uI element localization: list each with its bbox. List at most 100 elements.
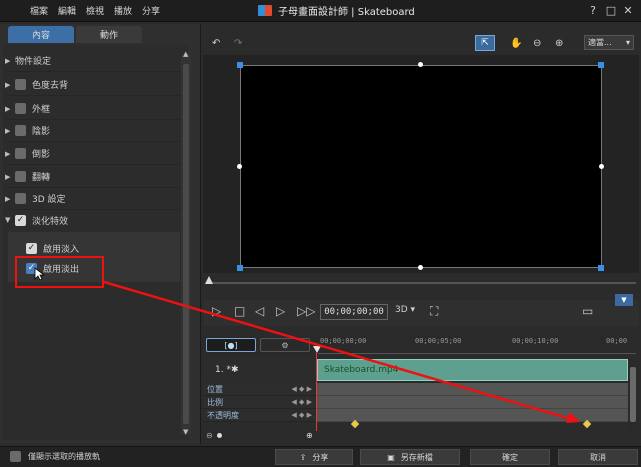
timeline-scrollbar[interactable] (628, 359, 638, 431)
menu-view[interactable]: 檢視 (86, 4, 104, 17)
select-tool-icon[interactable]: ⇱ (475, 35, 495, 51)
maximize-button[interactable]: □ (604, 3, 618, 17)
3d-settings-checkbox[interactable] (15, 193, 26, 204)
chevron-down-icon: ▾ (625, 38, 630, 47)
timeline-zoom-bar[interactable] (203, 431, 639, 440)
timeline-marker-button[interactable]: ⚙ (260, 338, 310, 352)
fade-in-checkbox[interactable]: ✓ (26, 242, 37, 254)
keyframe-track-position[interactable]: 位置 ◀ ◆ ▶ (203, 383, 316, 396)
timecode-display[interactable]: 00;00;00;00 (320, 304, 388, 320)
resize-handle-bottom[interactable] (418, 265, 423, 270)
help-button[interactable]: ? (586, 3, 600, 17)
show-selected-track-label: 僅顯示選取的播放軌 (28, 452, 100, 461)
video-canvas[interactable] (240, 65, 602, 268)
scroll-up-icon[interactable]: ▲ (183, 50, 188, 58)
zoom-in-icon[interactable]: ⊕ (555, 35, 563, 52)
window-title-text: 子母畫面設計師 | Skateboard (278, 7, 415, 18)
prop-row-3d-settings[interactable]: ▶ 3D 設定 (5, 188, 181, 210)
playhead-handle[interactable] (313, 346, 321, 353)
prop-row-shadow[interactable]: ▶ 陰影 (5, 120, 181, 142)
keyframe-lane-position[interactable] (317, 383, 628, 396)
preview-slider-thumb[interactable] (205, 276, 213, 284)
prop-row-object-settings[interactable]: ▶ 物件設定 (5, 50, 181, 72)
flip-checkbox[interactable] (15, 171, 26, 182)
resize-handle-top-right[interactable] (598, 62, 604, 68)
menu-file[interactable]: 檔案 (30, 4, 48, 17)
close-button[interactable]: ✕ (621, 3, 635, 17)
fullscreen-icon[interactable]: ⛶ (430, 304, 438, 319)
fade-effect-checkbox[interactable]: ✓ (15, 214, 26, 226)
expand-icon: ▶ (5, 104, 11, 113)
3d-mode-button[interactable]: 3D ▾ (395, 305, 415, 315)
border-checkbox[interactable] (15, 103, 26, 114)
expand-icon: ▶ (5, 126, 11, 135)
resize-handle-left[interactable] (237, 164, 242, 169)
timeline-ruler[interactable] (318, 350, 636, 354)
zoom-out-icon[interactable]: ⊖ (533, 35, 541, 52)
ruler-label: 00;00;10;00 (512, 337, 559, 345)
zoom-in-timeline-icon[interactable]: ⊕ (306, 431, 313, 440)
keyframe-nav-icon[interactable]: ◀ ◆ ▶ (291, 385, 312, 393)
tab-motion[interactable]: 動作 (76, 26, 142, 43)
properties-scrollbar[interactable] (181, 54, 191, 434)
reflection-checkbox[interactable] (15, 148, 26, 159)
show-selected-track-checkbox[interactable] (10, 451, 21, 462)
resize-handle-bottom-left[interactable] (237, 265, 243, 271)
keyframe-track-scale[interactable]: 比例 ◀ ◆ ▶ (203, 396, 316, 409)
share-icon: ⇪ (299, 452, 307, 462)
resize-handle-bottom-right[interactable] (598, 265, 604, 271)
resize-handle-top-left[interactable] (237, 62, 243, 68)
prop-row-chroma-key[interactable]: ▶ 色度去背 (5, 74, 181, 96)
expand-icon: ▶ (5, 194, 11, 203)
prop-row-border[interactable]: ▶ 外框 (5, 98, 181, 120)
resize-handle-right[interactable] (599, 164, 604, 169)
next-frame-icon[interactable]: ▷ (276, 304, 285, 318)
cancel-button[interactable]: 取消 (558, 449, 638, 465)
aspect-ratio-icon[interactable]: ▭ (582, 304, 593, 318)
timeline-view-button[interactable]: [●] (206, 338, 256, 352)
chroma-key-checkbox[interactable] (15, 79, 26, 90)
preview-slider-track[interactable] (210, 282, 636, 284)
save-as-button[interactable]: ▣ 另存新檔 (360, 449, 460, 465)
ok-button[interactable]: 確定 (470, 449, 550, 465)
window-title: 子母畫面設計師 | Skateboard (258, 3, 415, 18)
scroll-down-icon[interactable]: ▼ (183, 428, 188, 436)
prop-row-reflection[interactable]: ▶ 倒影 (5, 143, 181, 165)
ruler-label: 00;00;00;00 (320, 337, 367, 345)
ruler-label: 00;00;05;00 (415, 337, 462, 345)
hand-tool-icon[interactable]: ✋ (510, 35, 522, 52)
scrollbar-thumb[interactable] (183, 64, 189, 424)
prop-row-fade-effect[interactable]: ▼ ✓ 淡化特效 (5, 209, 181, 231)
undo-button[interactable]: ↶ (212, 35, 220, 52)
menu-play[interactable]: 播放 (114, 4, 132, 17)
video-clip[interactable]: Skateboard.mp4 (317, 359, 628, 381)
keyframe-nav-icon[interactable]: ◀ ◆ ▶ (291, 411, 312, 419)
shadow-checkbox[interactable] (15, 125, 26, 136)
zoom-slider-thumb[interactable] (217, 433, 222, 438)
ruler-label: 00;00 (606, 337, 628, 345)
annotation-highlight-box (15, 256, 104, 288)
resize-handle-top[interactable] (418, 62, 423, 67)
menu-share[interactable]: 分享 (142, 4, 160, 17)
keyframe-lane-scale[interactable] (317, 396, 628, 409)
zoom-out-timeline-icon[interactable]: ⊖ (206, 431, 213, 440)
stop-icon[interactable]: □ (234, 304, 245, 318)
keyframe-nav-icon[interactable]: ◀ ◆ ▶ (291, 398, 312, 406)
menu-edit[interactable]: 編輯 (58, 4, 76, 17)
fast-forward-icon[interactable]: ▷▷ (297, 304, 315, 318)
zoom-select[interactable]: 適當... ▾ (584, 35, 634, 50)
prop-row-flip[interactable]: ▶ 翻轉 (5, 166, 181, 188)
track-label[interactable]: 1. *✱ (203, 359, 316, 381)
play-icon[interactable]: ▷ (212, 304, 221, 318)
scrollbar-thumb[interactable] (630, 367, 636, 422)
save-icon: ▣ (387, 452, 395, 462)
collapse-preview-icon[interactable]: ▼ (615, 294, 633, 306)
collapse-icon: ▼ (5, 216, 11, 224)
keyframe-lane-opacity[interactable] (317, 409, 628, 422)
share-button[interactable]: ⇪ 分享 (275, 449, 353, 465)
redo-button[interactable]: ↷ (234, 35, 242, 52)
keyframe-track-opacity[interactable]: 不透明度 ◀ ◆ ▶ (203, 409, 316, 422)
previous-frame-icon[interactable]: ◁ (255, 304, 264, 318)
tab-content[interactable]: 內容 (8, 26, 74, 43)
playhead-line (316, 353, 317, 435)
